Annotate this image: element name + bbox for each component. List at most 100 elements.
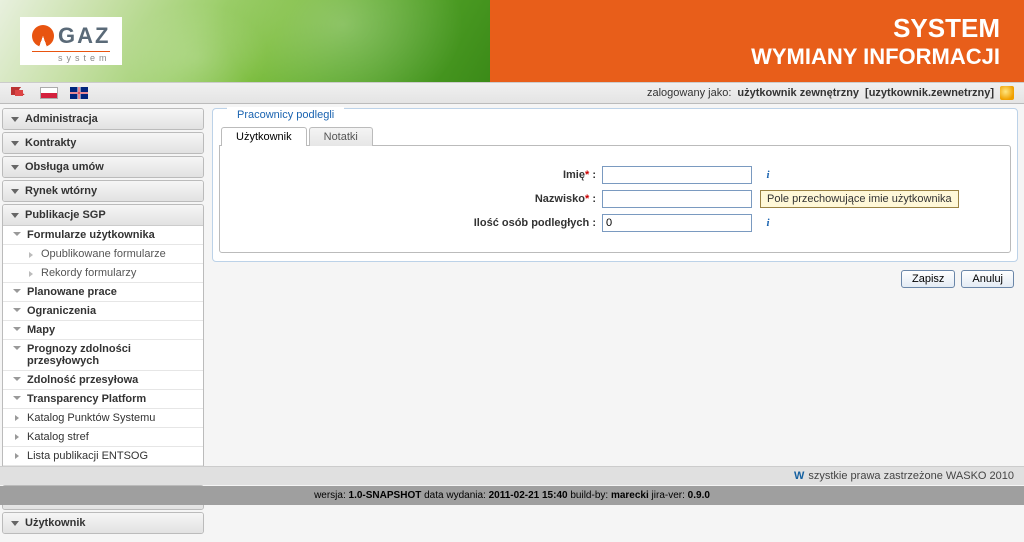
ver-key: wersja:: [314, 490, 346, 501]
content-area: Pracownicy podlegli Użytkownik Notatki I…: [212, 108, 1018, 288]
chevron-down-icon: [13, 346, 21, 350]
sidebar-item-label: Katalog Punktów Systemu: [27, 412, 155, 424]
chevron-down-icon: [13, 232, 21, 236]
cancel-button[interactable]: Anuluj: [961, 270, 1014, 288]
sidebar-item-label: Transparency Platform: [27, 393, 146, 405]
logo: GAZ system: [20, 17, 122, 65]
chevron-down-icon: [13, 327, 21, 331]
sidebar-item-obsluga-umow[interactable]: Obsługa umów: [3, 157, 203, 177]
row-nazwisko: Nazwisko* : Pole przechowujące imie użyt…: [232, 190, 998, 208]
sidebar-sub-rekordy-formularzy[interactable]: Rekordy formularzy: [3, 264, 203, 283]
logged-user-name: użytkownik zewnętrzny: [737, 87, 859, 99]
tab-body: Imię* : Nazwisko* : Pole przechowujące i…: [219, 145, 1011, 253]
chevron-down-icon: [11, 521, 19, 526]
date-val: 2011-02-21 15:40: [489, 490, 568, 501]
sidebar-item-publikacje-sgp[interactable]: Publikacje SGP: [3, 205, 203, 226]
panel-legend: Pracownicy podlegli: [227, 107, 344, 121]
sidebar-sub-lista-entsog[interactable]: Lista publikacji ENTSOG: [3, 447, 203, 466]
input-imie[interactable]: [602, 166, 752, 184]
sidebar-item-label: Rynek wtórny: [25, 185, 97, 197]
form-actions: Zapisz Anuluj: [212, 270, 1018, 288]
sidebar-sub-formularze[interactable]: Formularze użytkownika: [3, 226, 203, 245]
banner-line1: SYSTEM: [893, 13, 1000, 44]
label-nazwisko: Nazwisko* :: [232, 193, 602, 205]
logo-subtext: system: [32, 51, 110, 63]
sidebar-item-label: Zdolność przesyłowa: [27, 374, 138, 386]
form-panel: Pracownicy podlegli Użytkownik Notatki I…: [212, 108, 1018, 262]
login-status: zalogowany jako: użytkownik zewnętrzny […: [647, 86, 1014, 100]
footer-rights-text: szystkie prawa zastrzeżone WASKO 2010: [808, 470, 1014, 482]
chevron-down-icon: [13, 289, 21, 293]
sidebar-sub-planowane[interactable]: Planowane prace: [3, 283, 203, 302]
arrow-right-icon: [15, 453, 19, 459]
flag-en-icon[interactable]: [70, 87, 88, 99]
sidebar-item-rynek-wtorny[interactable]: Rynek wtórny: [3, 181, 203, 201]
row-ilosc: Ilość osób podległych :: [232, 214, 998, 232]
build-key: build-by:: [570, 490, 608, 501]
save-button[interactable]: Zapisz: [901, 270, 955, 288]
chevron-down-icon: [11, 189, 19, 194]
banner-title: SYSTEM WYMIANY INFORMACJI: [490, 0, 1024, 82]
banner-left: GAZ system: [0, 0, 490, 82]
footer-version: wersja: 1.0-SNAPSHOT data wydania: 2011-…: [0, 486, 1024, 505]
button-label: Anuluj: [972, 273, 1003, 285]
info-icon[interactable]: [760, 215, 776, 231]
home-icon[interactable]: [10, 87, 28, 99]
tab-label: Notatki: [324, 131, 358, 143]
sidebar-item-kontrakty[interactable]: Kontrakty: [3, 133, 203, 153]
sidebar-sub-prognozy[interactable]: Prognozy zdolności przesyłowych: [3, 340, 203, 371]
sidebar-item-uzytkownik[interactable]: Użytkownik: [3, 513, 203, 533]
sidebar-item-label: Mapy: [27, 324, 55, 336]
label-imie: Imię* :: [232, 169, 602, 181]
banner-line2: WYMIANY INFORMACJI: [751, 44, 1000, 70]
chevron-down-icon: [11, 213, 19, 218]
sidebar-item-label: Administracja: [25, 113, 98, 125]
logo-glyph-icon: [32, 25, 54, 47]
sidebar-item-label: Katalog stref: [27, 431, 89, 443]
sidebar-item-label: Kontrakty: [25, 137, 76, 149]
logo-text: GAZ: [58, 23, 110, 49]
input-ilosc[interactable]: [602, 214, 752, 232]
wasko-logo-icon: W: [794, 470, 804, 482]
sidebar-sub-transparency[interactable]: Transparency Platform: [3, 390, 203, 409]
input-nazwisko[interactable]: [602, 190, 752, 208]
info-icon[interactable]: [760, 167, 776, 183]
chevron-down-icon: [13, 308, 21, 312]
sidebar-item-label: Ograniczenia: [27, 305, 96, 317]
sidebar-sub-mapy[interactable]: Mapy: [3, 321, 203, 340]
row-imie: Imię* :: [232, 166, 998, 184]
button-label: Zapisz: [912, 273, 944, 285]
logged-user-login: [uzytkownik.zewnetrzny]: [865, 87, 994, 99]
logout-icon[interactable]: [1000, 86, 1014, 100]
tab-label: Użytkownik: [236, 131, 292, 143]
sidebar-item-label: Formularze użytkownika: [27, 229, 155, 241]
build-val: marecki: [611, 490, 649, 501]
chevron-down-icon: [13, 377, 21, 381]
arrow-right-icon: [15, 415, 19, 421]
tab-uzytkownik[interactable]: Użytkownik: [221, 127, 307, 146]
sidebar-sub-katalog-punktow[interactable]: Katalog Punktów Systemu: [3, 409, 203, 428]
jira-val: 0.9.0: [688, 490, 710, 501]
flag-pl-icon[interactable]: [40, 87, 58, 99]
chevron-down-icon: [11, 117, 19, 122]
sidebar-item-label: Prognozy zdolności przesyłowych: [27, 343, 131, 367]
chevron-down-icon: [13, 396, 21, 400]
sidebar-sub-ograniczenia[interactable]: Ograniczenia: [3, 302, 203, 321]
sidebar-item-label: Lista publikacji ENTSOG: [27, 450, 148, 462]
app-banner: GAZ system SYSTEM WYMIANY INFORMACJI: [0, 0, 1024, 82]
sidebar-sub-katalog-stref[interactable]: Katalog stref: [3, 428, 203, 447]
tab-notatki[interactable]: Notatki: [309, 127, 373, 146]
top-toolbar: zalogowany jako: użytkownik zewnętrzny […: [0, 82, 1024, 104]
sidebar-item-label: Opublikowane formularze: [41, 248, 166, 260]
ver-val: 1.0-SNAPSHOT: [349, 490, 422, 501]
sidebar-item-administracja[interactable]: Administracja: [3, 109, 203, 129]
sidebar-sub-opublikowane-formularze[interactable]: Opublikowane formularze: [3, 245, 203, 264]
tooltip-imie: Pole przechowujące imie użytkownika: [760, 190, 959, 208]
sidebar-item-label: Użytkownik: [25, 517, 86, 529]
chevron-down-icon: [11, 141, 19, 146]
chevron-down-icon: [11, 165, 19, 170]
logged-prefix: zalogowany jako:: [647, 87, 731, 99]
sidebar-item-label: Obsługa umów: [25, 161, 104, 173]
sidebar-item-label: Rekordy formularzy: [41, 267, 136, 279]
sidebar-sub-zdolnosc[interactable]: Zdolność przesyłowa: [3, 371, 203, 390]
